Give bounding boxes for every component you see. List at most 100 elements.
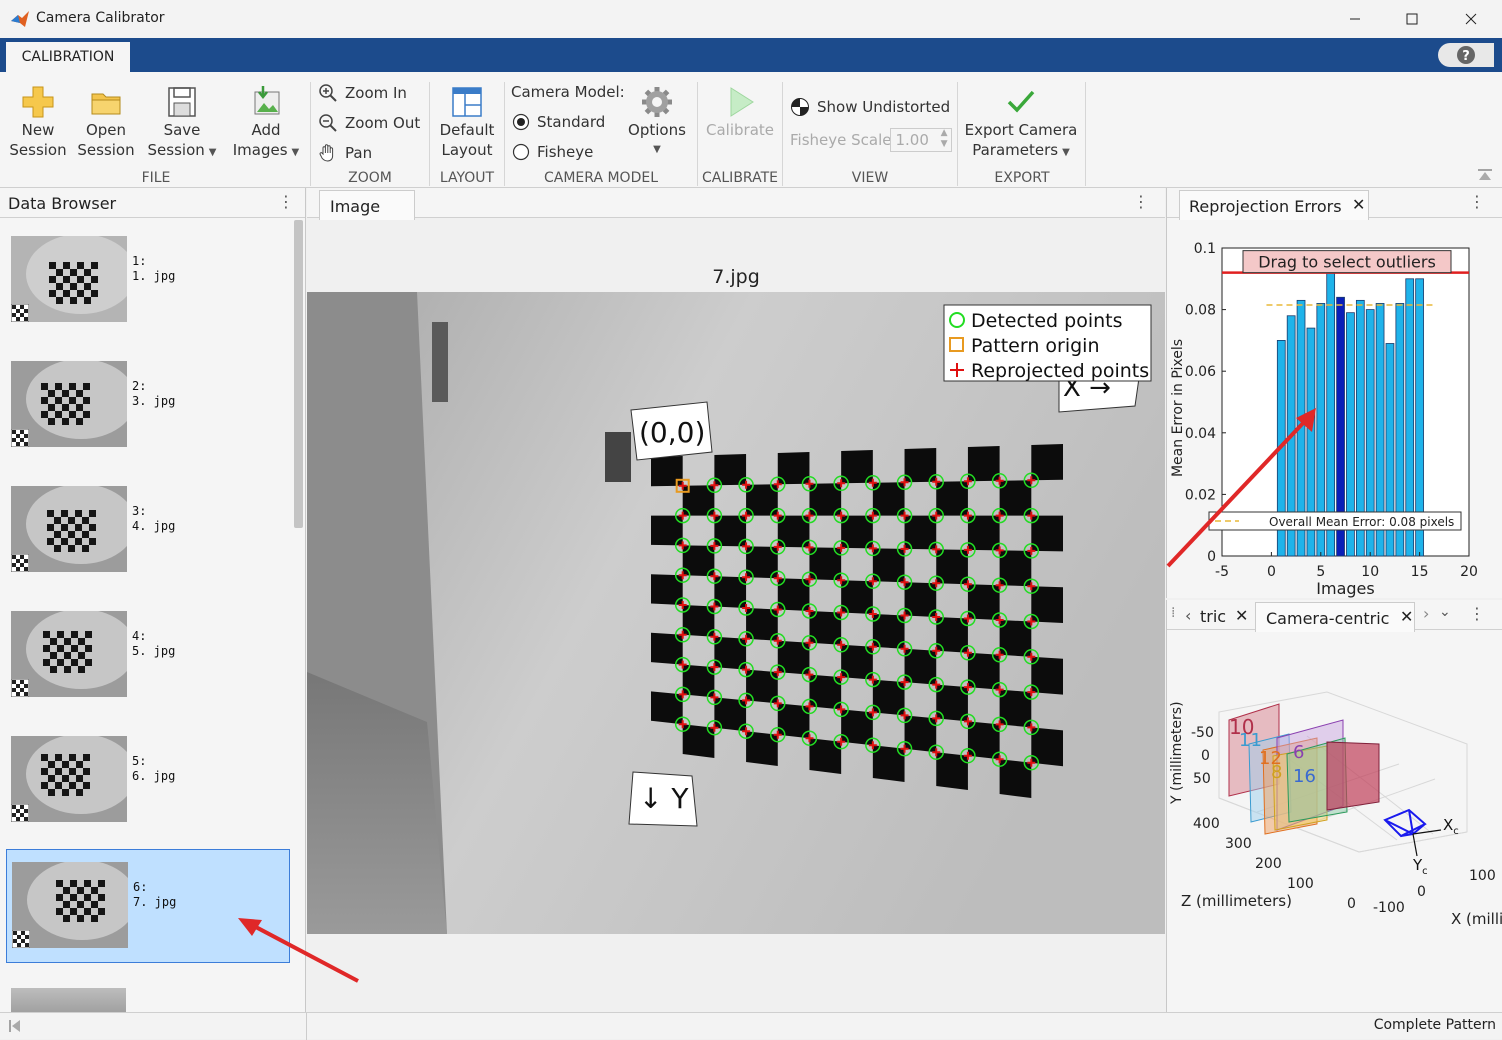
data-browser-scrollbar[interactable]	[294, 220, 303, 528]
pan-label: Pan	[345, 144, 373, 162]
drag-outliers-label: Drag to select outliers	[1258, 253, 1436, 272]
open-session-button[interactable]: Open Session	[76, 84, 136, 160]
thumbnail-index: 4:	[132, 629, 147, 643]
matlab-logo-icon	[11, 11, 29, 27]
maximize-button[interactable]	[1389, 4, 1435, 34]
close-tab-icon[interactable]: ✕	[1352, 195, 1365, 214]
tab-right-arrow-icon[interactable]: ›	[1423, 604, 1429, 623]
add-images-button[interactable]: Add Images ▼	[228, 84, 304, 163]
standard-radio[interactable]: Standard	[512, 113, 605, 131]
layout-grid-icon	[452, 87, 482, 117]
data-browser-header: Data Browser ⋮	[0, 188, 305, 218]
group-label-zoom: ZOOM	[348, 170, 392, 186]
pan-button[interactable]: Pan	[318, 143, 372, 163]
save-session-button[interactable]: Save Session ▼	[142, 84, 222, 163]
checker-square	[651, 456, 683, 487]
status-separator	[306, 1013, 307, 1040]
calibration-image[interactable]: (0,0) X → ↓ Y Detected points Pattern or…	[307, 292, 1165, 934]
thumbnail-index: 6:	[133, 880, 148, 894]
thumbnail-item[interactable]: 6: 7. jpg	[6, 849, 290, 963]
y-axis-title: Mean Error in Pixels	[1170, 339, 1186, 477]
gear-icon	[642, 87, 672, 117]
zoom-in-button[interactable]: Zoom In	[318, 83, 407, 103]
thumbnail-item[interactable]: 2: 3. jpg	[6, 349, 290, 463]
scroll-start-icon[interactable]	[8, 1019, 22, 1033]
radio-selected-icon	[512, 113, 530, 131]
calibrate-button[interactable]: Calibrate	[704, 84, 776, 140]
show-undistorted-button[interactable]: Show Undistorted	[790, 97, 950, 117]
collapse-ribbon-button[interactable]	[1476, 168, 1494, 186]
thumbnail-filename: 6. jpg	[132, 769, 176, 783]
new-session-plus-icon	[22, 86, 54, 118]
ribbon-separator	[782, 82, 783, 186]
panel-menu-icon[interactable]: ⋮	[1469, 192, 1485, 211]
tab-calibration[interactable]: CALIBRATION	[6, 42, 130, 72]
tab-left-arrow-icon[interactable]: ‹	[1185, 606, 1191, 625]
fisheye-scale-spinner[interactable]: 1.00 ▲ ▼	[890, 128, 953, 152]
z-axis-title: Z (millimeters)	[1181, 892, 1292, 910]
tab-reprojection-errors[interactable]: Reprojection Errors ✕	[1179, 190, 1369, 220]
door-hinge	[432, 322, 448, 402]
y-axis-label-box: ↓ Y	[628, 771, 698, 827]
thumbnail-image	[11, 486, 127, 572]
checkerboard-ball-icon	[791, 98, 809, 116]
thumbnail-index: 1:	[132, 254, 147, 268]
panel-menu-icon[interactable]: ⋮	[1133, 192, 1149, 211]
fisheye-scale-label: Fisheye Scale	[790, 131, 892, 149]
export-camera-parameters-button[interactable]: Export Camera Parameters ▼	[962, 84, 1080, 163]
tab-list-chevron-icon[interactable]: ⌄	[1439, 604, 1451, 620]
thumbnail-item[interactable]: 1: 1. jpg	[6, 224, 290, 338]
zoom-out-icon	[319, 114, 337, 132]
z-tick: 200	[1255, 856, 1282, 872]
zoom-out-button[interactable]: Zoom Out	[318, 113, 420, 133]
ribbon-separator	[310, 82, 311, 186]
fisheye-radio[interactable]: Fisheye	[512, 143, 593, 161]
options-button[interactable]: Options ▼	[624, 84, 690, 160]
board-label-8: 8	[1271, 762, 1282, 783]
new-session-button[interactable]: New Session	[8, 84, 68, 160]
chevron-down-icon: ▼	[291, 147, 300, 158]
close-icon	[1465, 13, 1477, 25]
origin-label: (0,0)	[639, 416, 705, 449]
reprojection-error-chart[interactable]: Drag to select outliers Overall Mean Erro…	[1167, 222, 1502, 598]
options-label: Options	[628, 121, 686, 139]
x-tick: 0	[1417, 884, 1426, 900]
reprojection-tab-label: Reprojection Errors	[1189, 197, 1342, 216]
collapse-up-icon	[1478, 169, 1492, 180]
chevron-down-icon: ▼	[208, 147, 217, 158]
close-tab-icon[interactable]: ✕	[1235, 606, 1248, 625]
error-bar[interactable]	[1326, 253, 1336, 557]
tab-pattern-centric-partial[interactable]: tric	[1200, 607, 1226, 626]
default-layout-button[interactable]: Default Layout	[434, 84, 500, 160]
image-tab-label: Image	[330, 197, 381, 216]
standard-label: Standard	[537, 113, 606, 131]
open-session-label-1: Open	[85, 121, 127, 139]
chevron-down-icon: ▼	[1062, 147, 1070, 158]
folder-icon	[91, 93, 121, 115]
thumbnail-item[interactable]: 3: 4. jpg	[6, 474, 290, 588]
panel-menu-icon[interactable]: ⋮	[1469, 604, 1485, 623]
tab-image[interactable]: Image	[319, 190, 415, 220]
new-session-label-2: Session	[9, 141, 67, 159]
help-button[interactable]: ?	[1438, 43, 1494, 67]
minimize-button[interactable]	[1332, 4, 1378, 34]
x-tick-label: 10	[1361, 564, 1379, 580]
help-icon: ?	[1457, 46, 1475, 64]
fisheye-scale-control: Fisheye Scale 1.00 ▲ ▼	[790, 128, 953, 152]
panel-menu-icon[interactable]: ⋮	[278, 192, 294, 211]
extrinsics-3d-plot[interactable]: 10 11 12 6 8 16 Xc Yc Y (millimeters) -5…	[1167, 634, 1502, 1012]
close-tab-icon[interactable]: ✕	[1400, 607, 1413, 626]
thumbnail-item[interactable]: 4: 5. jpg	[6, 599, 290, 713]
reprojection-header: Reprojection Errors ✕ ⋮	[1167, 188, 1502, 220]
thumbnail-partial[interactable]	[6, 988, 126, 1012]
checkerboard-status-icon	[11, 554, 29, 572]
maximize-icon	[1406, 13, 1418, 25]
thumbnail-item[interactable]: 5: 6. jpg	[6, 724, 290, 838]
close-window-button[interactable]	[1448, 4, 1494, 34]
camera-model-label: Camera Model:	[511, 83, 625, 101]
camera-axis-xc: Xc	[1443, 816, 1459, 837]
thumbnail-image	[11, 236, 127, 322]
tab-camera-centric[interactable]: Camera-centric ✕	[1255, 602, 1415, 632]
thumbnail-index: 2:	[132, 379, 147, 393]
thumbnail-filename: 4. jpg	[132, 519, 176, 533]
